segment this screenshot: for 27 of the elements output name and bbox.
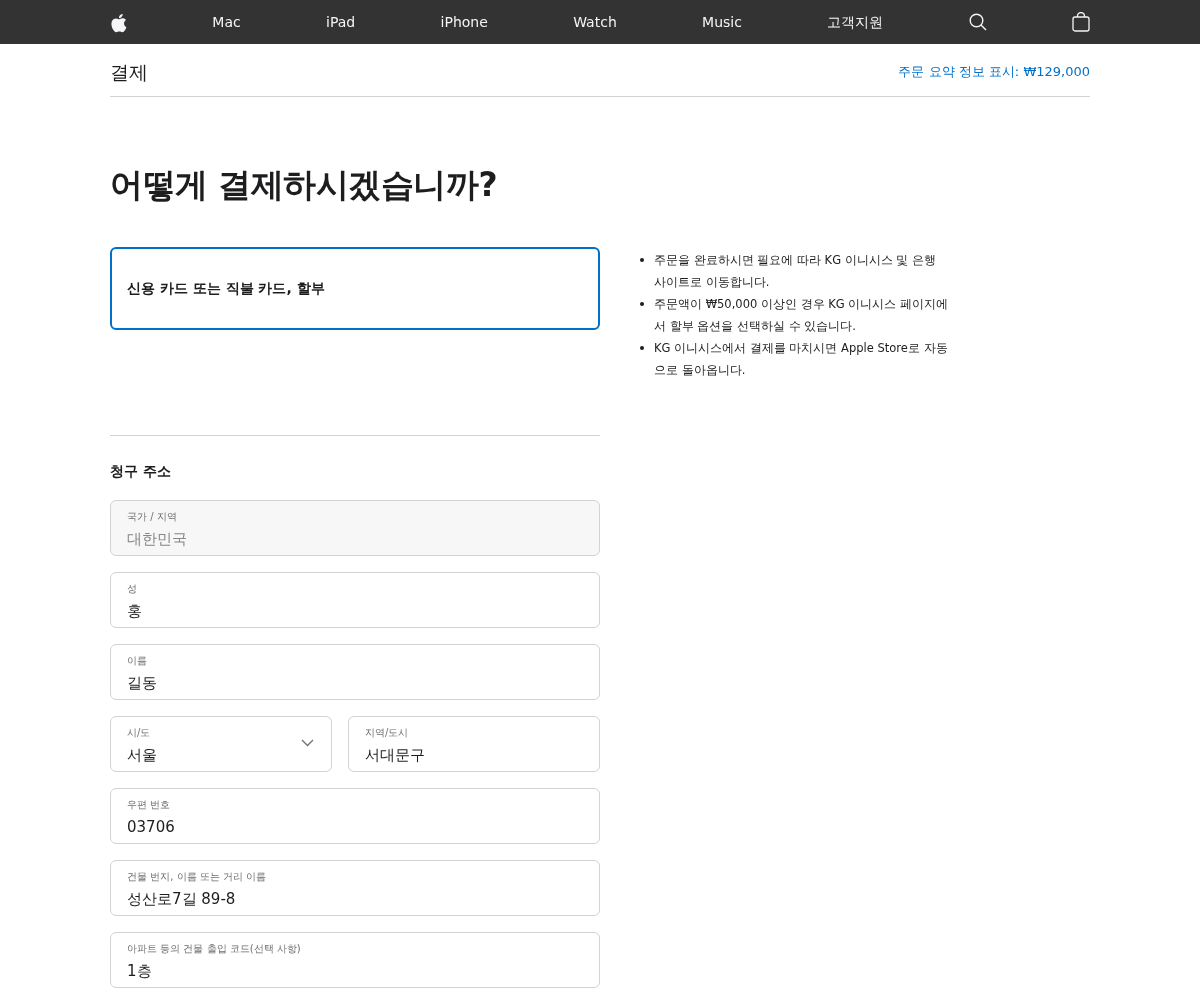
- input-field[interactable]: 건물 번지, 이름 또는 거리 이름 성산로7길 89-8: [110, 859, 600, 916]
- payment-option[interactable]: 신용 카드 또는 직불 카드, 할부: [110, 246, 600, 330]
- bullet-icon: [640, 345, 644, 350]
- nav-link[interactable]: Music: [702, 11, 742, 33]
- bullet-icon: [640, 257, 644, 262]
- select-field[interactable]: 시/도 서울: [110, 715, 332, 772]
- input-field[interactable]: 아파트 등의 건물 출입 코드(선택 사항) 1층: [110, 931, 600, 988]
- info-item: 주문을 완료하시면 필요에 따라 KG 이니시스 및 은행 사이트로 이동합니다.: [654, 251, 938, 291]
- input-field[interactable]: 우편 번호 03706: [110, 787, 600, 844]
- nav-link[interactable]: 고객지원: [827, 11, 884, 33]
- section-title: 청구 주소: [110, 461, 172, 481]
- nav-link[interactable]: Watch: [573, 11, 617, 33]
- page-title: 결제: [110, 59, 148, 85]
- info-item: KG 이니시스에서 결제를 마치시면 Apple Store로 자동으로 돌아옵니다.: [654, 339, 949, 379]
- nav-link[interactable]: Mac: [212, 11, 241, 33]
- nav-link[interactable]: iPad: [326, 11, 356, 33]
- chevron-down-icon: [301, 738, 314, 747]
- bullet-icon: [640, 301, 644, 306]
- shopping-bag-icon[interactable]: [1072, 12, 1090, 32]
- order-summary-link[interactable]: 주문 요약 정보 표시: ₩129,000: [898, 62, 1090, 82]
- search-icon[interactable]: [968, 13, 987, 31]
- info-item: 주문액이 ₩50,000 이상인 경우 KG 이니시스 페이지에서 할부 옵션을 선택하실 수 있습니다.: [654, 295, 949, 335]
- page-heading: 어떻게 결제하시겠습니까?: [110, 165, 499, 205]
- nav-link[interactable]: iPhone: [440, 11, 488, 33]
- input-field[interactable]: 성 홍: [110, 571, 600, 628]
- input-field[interactable]: 이름 길동: [110, 643, 600, 700]
- input-field[interactable]: 지역/도시 서대문구: [348, 715, 600, 772]
